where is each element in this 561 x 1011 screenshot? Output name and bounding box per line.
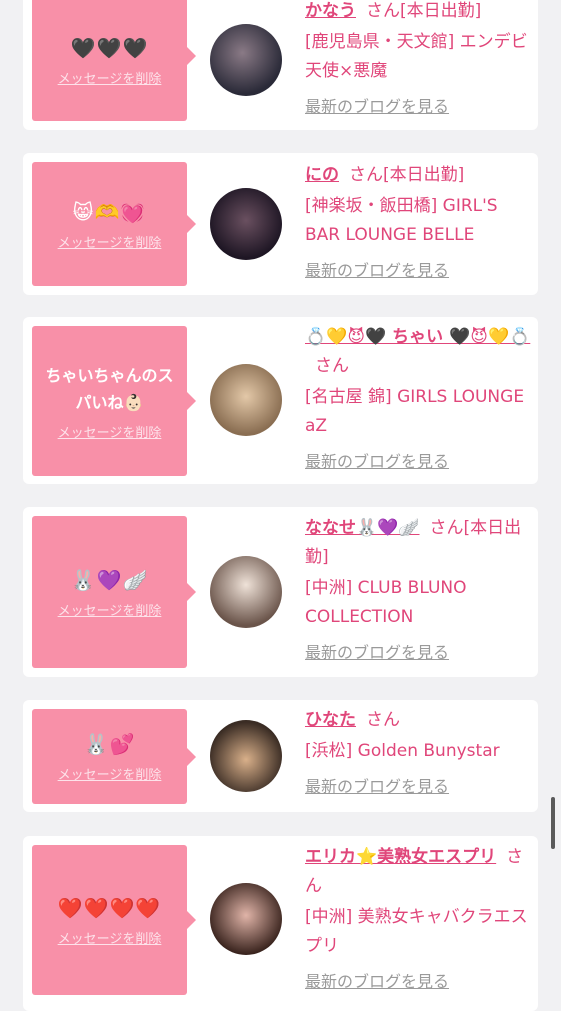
shop-name: [神楽坂・飯田橋] GIRL'S BAR LOUNGE BELLE	[305, 196, 498, 245]
message-bubble: 🐰💜🪽 メッセージを削除	[32, 516, 196, 668]
message-text: 🐰💜🪽	[70, 567, 149, 592]
latest-blog-link[interactable]: 最新のブログを見る	[305, 447, 531, 476]
shop-name: [浜松] Golden Bunystar	[305, 741, 500, 761]
delete-message-link[interactable]: メッセージを削除	[58, 600, 162, 619]
cast-card: ❤️❤️❤️❤️ メッセージを削除 エリカ⭐️美熟女エスプリ さん [中洲] 美熟…	[23, 836, 538, 1011]
delete-message-link[interactable]: メッセージを削除	[58, 764, 162, 783]
message-bubble: ❤️❤️❤️❤️ メッセージを削除	[32, 845, 196, 995]
message-text: 🖤🖤🖤	[70, 36, 149, 60]
message-bubble: 😸🫶💓 メッセージを削除	[32, 162, 196, 286]
cast-info: ひなた さん [浜松] Golden Bunystar 最新のブログを見る	[305, 706, 531, 801]
cast-status: さん[本日出勤]	[366, 1, 482, 21]
shop-name: [中洲] CLUB BLUNO COLLECTION	[305, 578, 467, 627]
cast-name-link[interactable]: ななせ🐰💜🪽	[305, 518, 420, 538]
cast-name-link[interactable]: にの	[305, 165, 339, 185]
delete-message-link[interactable]: メッセージを削除	[58, 232, 162, 251]
message-bubble: ちゃいちゃんのスパいね👶🏻 メッセージを削除	[32, 326, 196, 476]
scrollbar[interactable]	[551, 797, 555, 849]
message-text: ❤️❤️❤️❤️	[57, 895, 162, 920]
shop-name: [中洲] 美熟女キャバクラエスプリ	[305, 907, 528, 956]
message-text: ちゃいちゃんのスパいね👶🏻	[45, 365, 174, 412]
cast-status: さん	[315, 356, 349, 376]
avatar[interactable]	[210, 883, 282, 955]
cast-status: さん[本日出勤]	[349, 165, 465, 185]
latest-blog-link[interactable]: 最新のブログを見る	[305, 92, 531, 121]
cast-card: 😸🫶💓 メッセージを削除 にの さん[本日出勤] [神楽坂・飯田橋] GIRL'S…	[23, 153, 538, 295]
cast-info: ななせ🐰💜🪽 さん[本日出勤] [中洲] CLUB BLUNO COLLECTIO…	[305, 514, 531, 667]
delete-message-link[interactable]: メッセージを削除	[58, 928, 162, 947]
avatar[interactable]	[210, 720, 282, 792]
avatar[interactable]	[210, 188, 282, 260]
delete-message-link[interactable]: メッセージを削除	[58, 68, 162, 87]
avatar[interactable]	[210, 364, 282, 436]
avatar[interactable]	[210, 556, 282, 628]
cast-info: かなう さん[本日出勤] [鹿児島県・天文館] エンデビ 天使×悪魔 最新のブログ…	[305, 0, 545, 121]
delete-message-link[interactable]: メッセージを削除	[58, 422, 162, 441]
cast-card: 🐰💜🪽 メッセージを削除 ななせ🐰💜🪽 さん[本日出勤] [中洲] CLUB BL…	[23, 507, 538, 677]
cast-card: 🖤🖤🖤 メッセージを削除 かなう さん[本日出勤] [鹿児島県・天文館] エンデビ…	[23, 0, 545, 130]
shop-name: [鹿児島県・天文館] エンデビ 天使×悪魔	[305, 32, 545, 81]
message-bubble: 🖤🖤🖤 メッセージを削除	[32, 0, 196, 121]
cast-name-link[interactable]: 💍💛😈🖤 ちゃい 🖤😈💛💍	[305, 327, 530, 347]
cast-name-link[interactable]: エリカ⭐️美熟女エスプリ	[305, 847, 496, 867]
cast-card: 🐰💕 メッセージを削除 ひなた さん [浜松] Golden Bunystar 最…	[23, 700, 538, 812]
message-text: 😸🫶💓	[72, 199, 147, 224]
cast-name-link[interactable]: ひなた	[305, 710, 356, 730]
cast-name-link[interactable]: かなう	[305, 1, 356, 21]
cast-info: エリカ⭐️美熟女エスプリ さん [中洲] 美熟女キャバクラエスプリ 最新のブログを…	[305, 843, 531, 996]
cast-card: ちゃいちゃんのスパいね👶🏻 メッセージを削除 💍💛😈🖤 ちゃい 🖤😈💛💍 さん […	[23, 317, 538, 484]
message-text: 🐰💕	[83, 732, 136, 756]
latest-blog-link[interactable]: 最新のブログを見る	[305, 256, 531, 285]
cast-info: にの さん[本日出勤] [神楽坂・飯田橋] GIRL'S BAR LOUNGE B…	[305, 161, 531, 285]
latest-blog-link[interactable]: 最新のブログを見る	[305, 967, 531, 996]
latest-blog-link[interactable]: 最新のブログを見る	[305, 638, 531, 667]
latest-blog-link[interactable]: 最新のブログを見る	[305, 772, 531, 801]
avatar[interactable]	[210, 24, 282, 96]
shop-name: [名古屋 錦] GIRLS LOUNGE aZ	[305, 387, 525, 436]
cast-info: 💍💛😈🖤 ちゃい 🖤😈💛💍さん [名古屋 錦] GIRLS LOUNGE aZ …	[305, 323, 531, 476]
message-bubble: 🐰💕 メッセージを削除	[32, 709, 196, 804]
cast-status: さん	[366, 710, 400, 730]
